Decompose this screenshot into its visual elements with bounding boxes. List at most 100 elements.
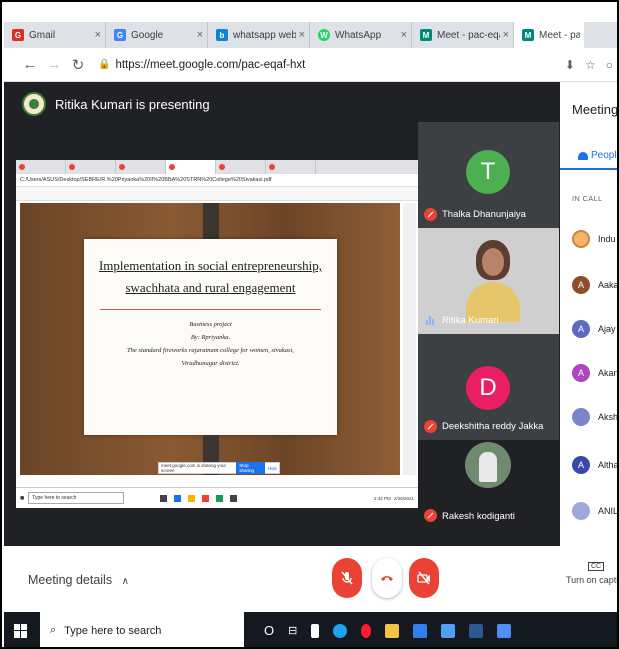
windows-start-icon[interactable] xyxy=(14,623,28,638)
shared-time: 2:42 PM xyxy=(373,495,391,501)
close-icon[interactable]: × xyxy=(401,29,407,41)
tab-people[interactable]: People xyxy=(578,150,617,161)
mic-toggle-button[interactable] xyxy=(332,558,362,598)
hang-up-icon xyxy=(381,576,393,581)
camera-toggle-button[interactable] xyxy=(409,558,439,598)
shared-date: 2/26/2021 xyxy=(393,495,414,501)
tab-meet-1[interactable]: M Meet - pac-eqaf-h × xyxy=(412,22,514,48)
back-icon[interactable]: ← xyxy=(18,56,42,73)
participant-tile[interactable]: Ritika Kumari xyxy=(418,228,559,334)
person-name: Akanksha xyxy=(598,368,617,378)
tab-label: whatsapp web - Bing xyxy=(233,29,296,41)
word-icon[interactable] xyxy=(469,623,484,638)
people-list-item[interactable]: A Akanksha xyxy=(572,362,617,384)
app-icon[interactable] xyxy=(497,623,512,638)
chevron-up-icon: ∧ xyxy=(121,576,129,587)
close-icon[interactable]: × xyxy=(503,29,509,41)
address-bar: ← → ↻ 🔒 https://meet.google.com/pac-eqaf… xyxy=(4,48,617,82)
people-icon xyxy=(578,151,588,160)
person-avatar: A xyxy=(572,364,590,382)
shared-taskbar: ■ Type here to search 2:42 PM 2/26/2021 xyxy=(16,487,418,508)
tab-meet-active[interactable]: M Meet - pac-eqaf xyxy=(514,22,584,48)
meet-icon: M xyxy=(420,29,432,41)
captions-button[interactable]: CC Turn on captions xyxy=(566,560,617,585)
tab-gmail[interactable]: G Gmail × xyxy=(4,22,106,48)
cortana-icon[interactable]: O xyxy=(264,623,274,638)
people-list-item[interactable]: Indu xyxy=(572,228,616,250)
bing-icon: b xyxy=(216,29,228,41)
windows-icon: ■ xyxy=(20,494,25,502)
people-list-item[interactable]: A Ajay xyxy=(572,318,616,340)
pdf-page: Implementation in social entrepreneurshi… xyxy=(20,203,400,475)
closed-captions-icon: CC xyxy=(587,562,605,571)
participant-tile[interactable]: D Deekshitha reddy Jakka xyxy=(418,334,559,440)
slide-divider xyxy=(100,309,321,310)
close-icon[interactable]: × xyxy=(95,29,101,41)
edge-icon[interactable] xyxy=(333,623,348,638)
gmail-icon: G xyxy=(12,29,24,41)
slide-card: Implementation in social entrepreneurshi… xyxy=(84,239,337,435)
people-list-item[interactable]: A Aakash xyxy=(572,274,617,296)
taskbar-search-placeholder: Type here to search xyxy=(64,624,162,637)
task-view-icon[interactable]: ⊟ xyxy=(288,624,297,637)
presenter-banner: Ritika Kumari is presenting xyxy=(22,92,210,116)
opera-icon[interactable] xyxy=(361,623,372,638)
leave-call-button[interactable] xyxy=(372,558,402,598)
shared-taskbar-search: Type here to search xyxy=(28,492,125,504)
windows-taskbar: ⌕ Type here to search O ⊟ xyxy=(4,612,617,647)
mic-off-icon xyxy=(341,571,353,585)
translate-icon[interactable]: ☆ xyxy=(585,58,596,72)
camera-off-icon xyxy=(417,571,430,585)
shared-tab-active xyxy=(166,160,216,174)
meet-icon: M xyxy=(522,29,534,41)
shared-tab xyxy=(216,160,266,174)
person-avatar xyxy=(572,230,590,248)
pdf-scrollbar xyxy=(403,203,416,475)
close-icon[interactable]: × xyxy=(299,29,305,41)
person-avatar xyxy=(572,502,590,520)
person-name: Akshay xyxy=(598,412,617,422)
shared-browser-tabs xyxy=(16,160,418,174)
file-icon[interactable] xyxy=(311,623,320,638)
taskbar-search-input[interactable]: ⌕ Type here to search xyxy=(40,612,244,647)
close-icon[interactable]: × xyxy=(197,29,203,41)
meeting-details-label: Meeting details xyxy=(28,573,113,587)
participant-tile[interactable]: Rakesh kodiganti xyxy=(418,440,559,546)
tab-label: Google xyxy=(131,29,164,41)
in-call-label: IN CALL xyxy=(572,194,603,203)
tab-whatsapp[interactable]: W WhatsApp × xyxy=(310,22,412,48)
participant-tile[interactable]: T Thalka Dhanunjaiya xyxy=(418,122,559,228)
profile-icon[interactable]: ○ xyxy=(606,58,613,72)
meet-stage: Ritika Kumari is presenting C:/Users/ASU… xyxy=(4,82,617,546)
college-logo-icon xyxy=(22,92,46,116)
tab-bing[interactable]: b whatsapp web - Bing × xyxy=(208,22,310,48)
forward-icon[interactable]: → xyxy=(42,56,66,73)
reload-icon[interactable]: ↻ xyxy=(66,56,90,74)
mic-off-icon xyxy=(424,208,437,221)
person-avatar: A xyxy=(572,320,590,338)
mail-icon[interactable] xyxy=(441,623,456,638)
slide-title: Implementation in social entrepreneurshi… xyxy=(98,258,323,295)
url-field[interactable]: 🔒 https://meet.google.com/pac-eqaf-hxt xyxy=(98,59,305,71)
file-explorer-icon[interactable] xyxy=(385,623,400,638)
slide-line: Business project xyxy=(189,321,232,328)
participant-photo xyxy=(465,442,511,488)
speaking-icon xyxy=(426,316,435,325)
people-list-item[interactable]: ANIL xyxy=(572,500,617,522)
people-list-item[interactable]: A Althaf xyxy=(572,454,617,476)
presenter-text: Ritika Kumari is presenting xyxy=(55,96,210,112)
person-name: Ajay xyxy=(598,324,616,334)
store-icon[interactable] xyxy=(413,623,428,638)
meeting-details-button[interactable]: Meeting details ∧ xyxy=(28,573,129,587)
tab-google[interactable]: G Google × xyxy=(106,22,208,48)
pdf-toolbar xyxy=(16,187,418,201)
shared-tab xyxy=(66,160,116,174)
mic-indicator-icon[interactable]: ⬇ xyxy=(565,58,575,72)
person-name: ANIL xyxy=(598,506,617,516)
person-name: Aakash xyxy=(598,280,617,290)
people-list-item[interactable]: Akshay xyxy=(572,406,617,428)
participant-name: Deekshitha reddy Jakka xyxy=(442,421,544,432)
panel-title: Meeting details xyxy=(572,102,617,117)
participant-avatar: T xyxy=(466,150,510,194)
tab-label: Gmail xyxy=(29,29,56,41)
